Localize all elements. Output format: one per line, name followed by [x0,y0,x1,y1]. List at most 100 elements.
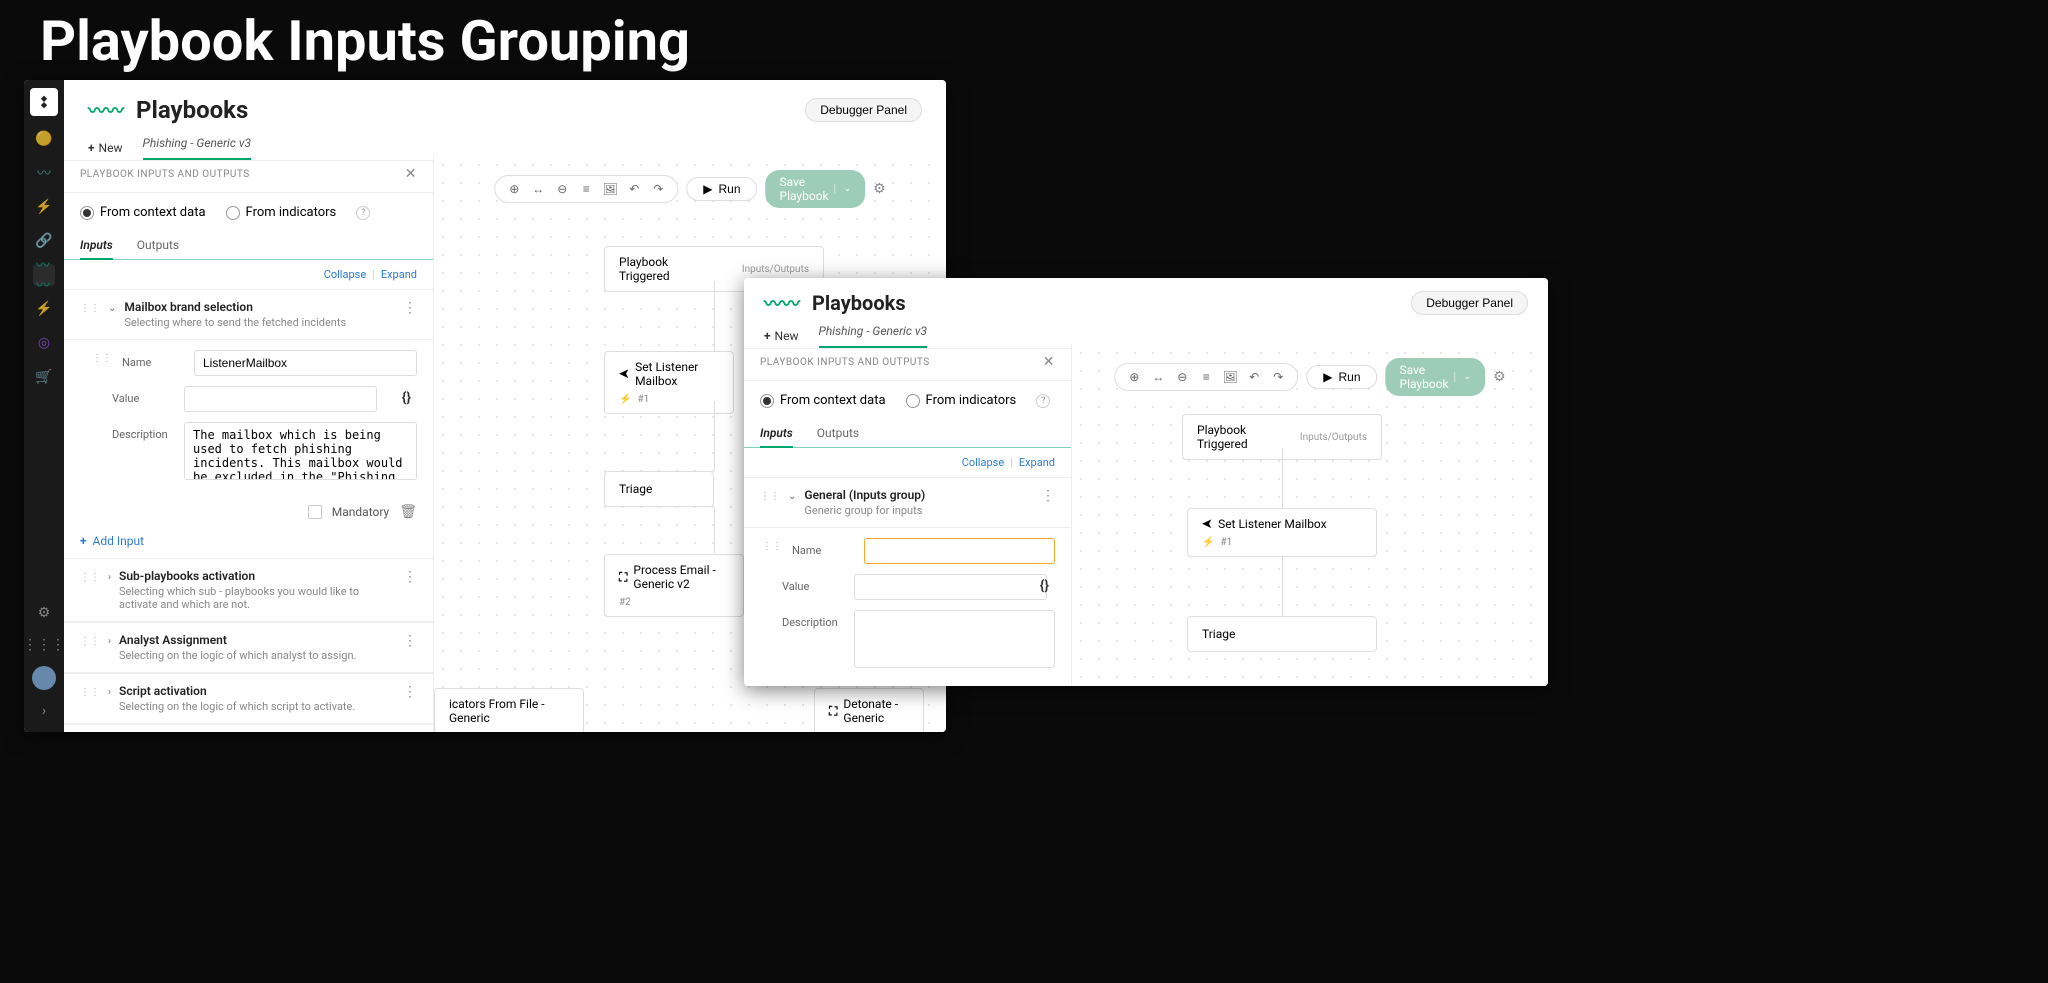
outputs-tab[interactable]: Outputs [817,420,859,447]
close-panel-icon[interactable]: ✕ [405,166,417,182]
value-label: Value [782,574,844,593]
list-icon[interactable]: ≡ [1197,368,1215,386]
nav-icon-3[interactable]: ⚡ [33,196,55,218]
new-playbook-button[interactable]: + New [764,329,799,343]
outputs-tab[interactable]: Outputs [137,232,179,259]
debugger-panel-button[interactable]: Debugger Panel [805,98,922,122]
io-link[interactable]: Inputs/Outputs [1300,432,1367,443]
expand-link[interactable]: Expand [381,268,417,281]
task-node-partial[interactable]: icators From File - Generic [434,688,584,732]
zoom-out-icon[interactable]: ⊖ [553,180,571,198]
nav-icon-8[interactable]: 🛒 [33,366,55,388]
save-playbook-button[interactable]: Save Playbook⌄ [766,170,866,208]
fit-width-icon[interactable]: ↔ [1149,368,1167,386]
group-name: Analyst Assignment [119,633,395,647]
io-panel: PLAYBOOK INPUTS AND OUTPUTS ✕ From conte… [744,344,1072,686]
drag-handle-icon[interactable]: ⋮⋮ [762,538,782,552]
nav-icon-6[interactable]: ⚡ [33,298,55,320]
chevron-right-icon[interactable]: › [108,633,111,647]
inputs-tab[interactable]: Inputs [80,232,113,260]
radio-indicators[interactable]: From indicators [906,393,1017,408]
new-playbook-button[interactable]: + New [88,141,123,155]
close-panel-icon[interactable]: ✕ [1043,354,1055,370]
nav-icon-2[interactable]: 〰 [33,162,55,184]
group-menu-icon[interactable]: ⋮ [1041,488,1055,504]
inputs-tab[interactable]: Inputs [760,420,793,448]
run-button[interactable]: ▶ Run [686,177,757,201]
canvas-settings-icon[interactable]: ⚙ [1493,369,1506,385]
zoom-in-icon[interactable]: ⊕ [505,180,523,198]
io-link[interactable]: Inputs/Outputs [742,264,809,275]
radio-context-data[interactable]: From context data [80,205,206,220]
drag-handle-icon[interactable]: ⋮⋮ [80,569,100,583]
apps-grid-icon[interactable]: ⋮⋮⋮ [33,634,55,656]
input-description-field[interactable] [854,610,1055,668]
chevron-down-icon[interactable]: ⌄ [108,300,116,314]
collapse-link[interactable]: Collapse [962,456,1004,469]
image-icon[interactable]: 🖼 [601,180,619,198]
expand-link[interactable]: Expand [1019,456,1055,469]
nav-icon-4[interactable]: 🔗 [33,230,55,252]
delete-input-icon[interactable]: 🗑 [399,504,417,520]
chevron-down-icon[interactable]: ⌄ [788,488,796,502]
redo-icon[interactable]: ↷ [649,180,667,198]
app-sidebar: 🟡 〰 ⚡ 🔗 〰〰 ⚡ ◎ 🛒 ⚙ ⋮⋮⋮ › [24,80,64,732]
radio-context-data[interactable]: From context data [760,393,886,408]
task-node[interactable]: ⛶ Detonate - Generic [814,688,924,732]
context-picker-icon[interactable]: {} [402,390,411,406]
add-input-link[interactable]: +Add Input [64,524,433,558]
chevron-right-icon[interactable]: › [108,569,111,583]
zoom-out-icon[interactable]: ⊖ [1173,368,1191,386]
app-logo[interactable] [30,88,58,116]
drag-handle-icon[interactable]: ⋮⋮ [80,684,100,698]
section-node[interactable]: Triage [604,471,714,507]
debugger-panel-button[interactable]: Debugger Panel [1411,291,1528,315]
group-menu-icon[interactable]: ⋮ [403,684,417,700]
zoom-in-icon[interactable]: ⊕ [1125,368,1143,386]
image-icon[interactable]: 🖼 [1221,368,1239,386]
redo-icon[interactable]: ↷ [1269,368,1287,386]
help-icon[interactable]: ? [1036,394,1050,408]
mandatory-checkbox[interactable] [308,505,322,519]
nav-icon-1[interactable]: 🟡 [33,128,55,150]
chevron-right-icon[interactable]: › [108,684,111,698]
settings-icon[interactable]: ⚙ [33,602,55,624]
playbook-canvas[interactable]: ⊕ ↔ ⊖ ≡ 🖼 ↶ ↷ ▶ Run Save Playbook⌄ ⚙ Pla… [1072,344,1548,686]
save-dropdown-icon[interactable]: ⌄ [835,184,852,194]
undo-icon[interactable]: ↶ [625,180,643,198]
page-title: Playbooks [136,96,248,124]
expand-sidebar-icon[interactable]: › [33,700,55,722]
save-playbook-button[interactable]: Save Playbook⌄ [1386,358,1486,396]
input-value-field[interactable] [854,574,1047,600]
nav-playbooks-icon[interactable]: 〰〰 [33,264,55,286]
name-label: Name [792,538,854,557]
group-menu-icon[interactable]: ⋮ [403,633,417,649]
drag-handle-icon[interactable]: ⋮⋮ [80,300,100,314]
task-node[interactable]: ➤ Set Listener Mailbox ⚡ #1 [1187,508,1377,557]
run-button[interactable]: ▶ Run [1306,365,1377,389]
input-name-field[interactable] [864,538,1055,564]
group-menu-icon[interactable]: ⋮ [403,300,417,316]
help-icon[interactable]: ? [356,206,370,220]
input-description-field[interactable]: The mailbox which is being used to fetch… [184,422,417,480]
list-icon[interactable]: ≡ [577,180,595,198]
canvas-settings-icon[interactable]: ⚙ [873,181,886,197]
input-group: ⋮⋮ › Analyst Assignment Selecting on the… [64,622,433,673]
drag-handle-icon[interactable]: ⋮⋮ [760,488,780,502]
task-node[interactable]: ⛶ Process Email - Generic v2 #2 [604,554,744,617]
fit-width-icon[interactable]: ↔ [529,180,547,198]
input-value-field[interactable] [184,386,377,412]
collapse-link[interactable]: Collapse [324,268,366,281]
input-name-field[interactable] [194,350,417,376]
drag-handle-icon[interactable]: ⋮⋮ [92,350,112,364]
radio-indicators[interactable]: From indicators [226,205,337,220]
group-menu-icon[interactable]: ⋮ [403,569,417,585]
nav-icon-7[interactable]: ◎ [33,332,55,354]
user-avatar[interactable] [32,666,56,690]
save-dropdown-icon[interactable]: ⌄ [1455,372,1472,382]
section-node[interactable]: Triage [1187,616,1377,652]
context-picker-icon[interactable]: {} [1040,578,1049,594]
undo-icon[interactable]: ↶ [1245,368,1263,386]
drag-handle-icon[interactable]: ⋮⋮ [80,633,100,647]
input-group: ⋮⋮ ⌄ Mailbox brand selection Selecting w… [64,289,433,340]
